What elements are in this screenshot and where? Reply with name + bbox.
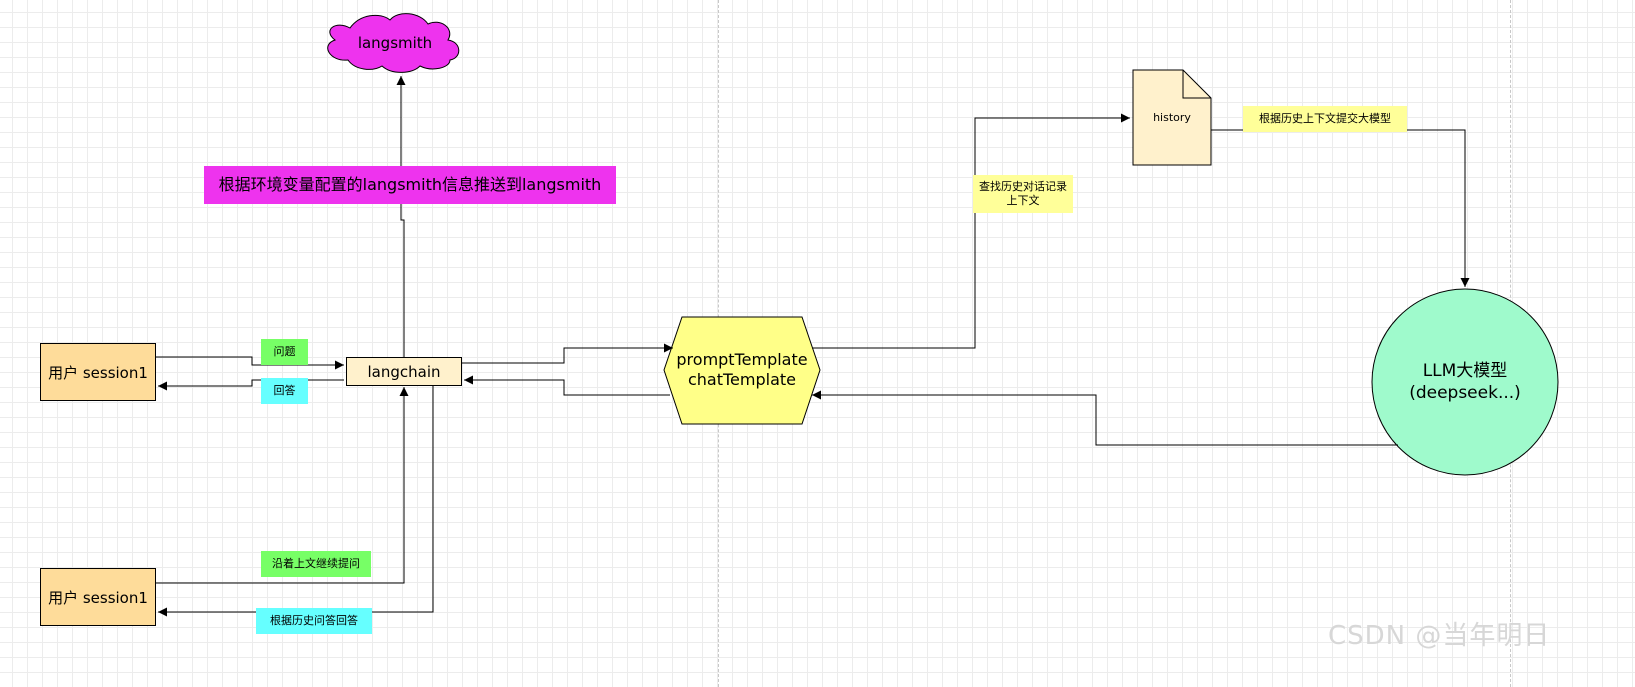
prompt-template-line-1: promptTemplate (676, 350, 808, 369)
edge-langchain-to-prompt (462, 343, 673, 364)
user-session-top[interactable]: 用户 session1 (40, 343, 156, 401)
label-history-answer: 根据历史问答回答 (256, 608, 372, 634)
label-submit-llm: 根据历史上下文提交大模型 (1243, 106, 1407, 132)
history-label: history (1153, 110, 1191, 124)
edge-llm-to-prompt (812, 390, 1398, 446)
edge-langchain-to-langsmith (396, 76, 406, 357)
edge-langchain-to-user2 (158, 385, 434, 617)
llm-line-2: (deepseek...) (1409, 383, 1521, 403)
label-follow-up: 沿着上文继续提问 (261, 551, 371, 577)
llm-line-1: LLM大模型 (1422, 361, 1508, 381)
edge-langchain-to-user (158, 379, 344, 391)
label-push-langsmith: 根据环境变量配置的langsmith信息推送到langsmith (204, 166, 616, 204)
edge-history-to-llm (1211, 129, 1470, 287)
edge-user-to-langchain (156, 356, 344, 370)
label-lookup-history: 查找历史对话记录 上下文 (973, 175, 1073, 213)
lookup-history-line-2: 上下文 (1006, 194, 1040, 207)
label-answer: 回答 (261, 378, 308, 404)
edge-prompt-to-history (812, 113, 1130, 349)
connector-layer (156, 13, 1559, 617)
prompt-template-line-2: chatTemplate (687, 370, 797, 389)
user-session-bottom[interactable]: 用户 session1 (40, 568, 156, 626)
label-question: 问题 (261, 339, 308, 365)
llm-label: LLM大模型 (deepseek...) (1372, 358, 1558, 406)
lookup-history-line-1: 查找历史对话记录 (979, 180, 1067, 193)
csdn-watermark: CSDN @当年明日 (1328, 621, 1551, 651)
edge-prompt-to-langchain (464, 375, 670, 396)
langchain-node[interactable]: langchain (346, 357, 462, 386)
langsmith-label: langsmith (357, 34, 433, 52)
prompt-template-label: promptTemplate chatTemplate (664, 345, 820, 395)
